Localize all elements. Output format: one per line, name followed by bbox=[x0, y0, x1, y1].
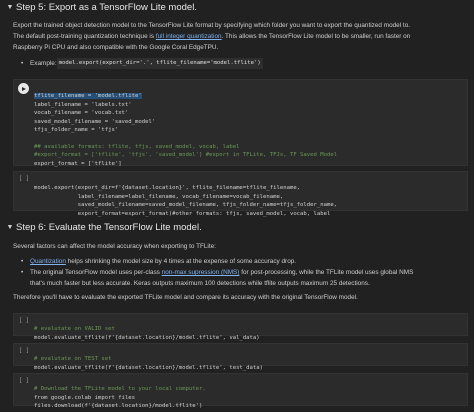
nms-link[interactable]: non-max supression (NMS) bbox=[162, 269, 240, 276]
step5-heading[interactable]: ▼ Step 5: Export as a TensorFlow Lite mo… bbox=[4, 2, 197, 13]
cell-run-indicator[interactable]: [ ] bbox=[14, 176, 34, 182]
code-editor[interactable]: tflite_filename = 'model.tflite' label_f… bbox=[34, 84, 463, 168]
run-cell-button[interactable] bbox=[18, 83, 29, 94]
example-label: Example: bbox=[30, 60, 57, 67]
code-editor[interactable]: # evalutate on VALID set model.evaluate_… bbox=[34, 317, 463, 342]
nms-bullet: • The original TensorFlow model uses per-… bbox=[21, 267, 468, 289]
code-cell-download[interactable]: [ ] # Download the TFLite model to your … bbox=[13, 373, 468, 409]
example-bullet: • Example: model.export(export_dir='.', … bbox=[21, 58, 263, 69]
code-cell-export[interactable]: [ ] model.export(export_dir=f'{dataset.l… bbox=[13, 171, 468, 217]
cell-run-indicator[interactable]: [ ] bbox=[14, 318, 34, 324]
nms-bullet-cont: that's much faster but less accurate. Ke… bbox=[30, 280, 370, 287]
step5-desc-line2: The default post-training quantization t… bbox=[13, 33, 411, 40]
step6-outro: Therefore you'll have to evaluate the ex… bbox=[13, 294, 358, 301]
full-integer-quantization-link[interactable]: full integer quantization bbox=[156, 33, 222, 40]
chevron-down-icon[interactable]: ▼ bbox=[4, 4, 16, 11]
chevron-down-icon[interactable]: ▼ bbox=[4, 224, 16, 231]
step6-title: Step 6: Evaluate the TensorFlow Lite mod… bbox=[16, 222, 202, 233]
step6-intro: Several factors can affect the model acc… bbox=[13, 243, 216, 250]
code-editor[interactable]: # Download the TFLite model to your loca… bbox=[34, 377, 463, 411]
code-editor[interactable]: # evalutate on TEST set model.evaluate_t… bbox=[34, 347, 463, 372]
step5-desc-line1: Export the trained object detection mode… bbox=[13, 22, 411, 29]
cell-run-indicator[interactable]: [ ] bbox=[14, 348, 34, 354]
step5-title: Step 5: Export as a TensorFlow Lite mode… bbox=[16, 2, 197, 13]
example-code: model.export(export_dir='.', tflite_file… bbox=[56, 58, 263, 69]
quantization-bullet: • Quantization helps shrinking the model… bbox=[21, 258, 297, 265]
quantization-link[interactable]: Quantization bbox=[30, 258, 66, 265]
step5-description: Export the trained object detection mode… bbox=[13, 20, 468, 53]
step5-desc-line3: Raspberry Pi CPU and also compatible wit… bbox=[13, 44, 219, 51]
step6-heading[interactable]: ▼ Step 6: Evaluate the TensorFlow Lite m… bbox=[4, 222, 202, 233]
code-cell-export-settings[interactable]: tflite_filename = 'model.tflite' label_f… bbox=[13, 79, 468, 168]
code-cell-eval-valid[interactable]: [ ] # evalutate on VALID set model.evalu… bbox=[13, 313, 468, 341]
cell-run-indicator[interactable]: [ ] bbox=[14, 378, 34, 384]
code-cell-eval-test[interactable]: [ ] # evalutate on TEST set model.evalua… bbox=[13, 343, 468, 371]
code-editor[interactable]: model.export(export_dir=f'{dataset.locat… bbox=[34, 176, 463, 218]
